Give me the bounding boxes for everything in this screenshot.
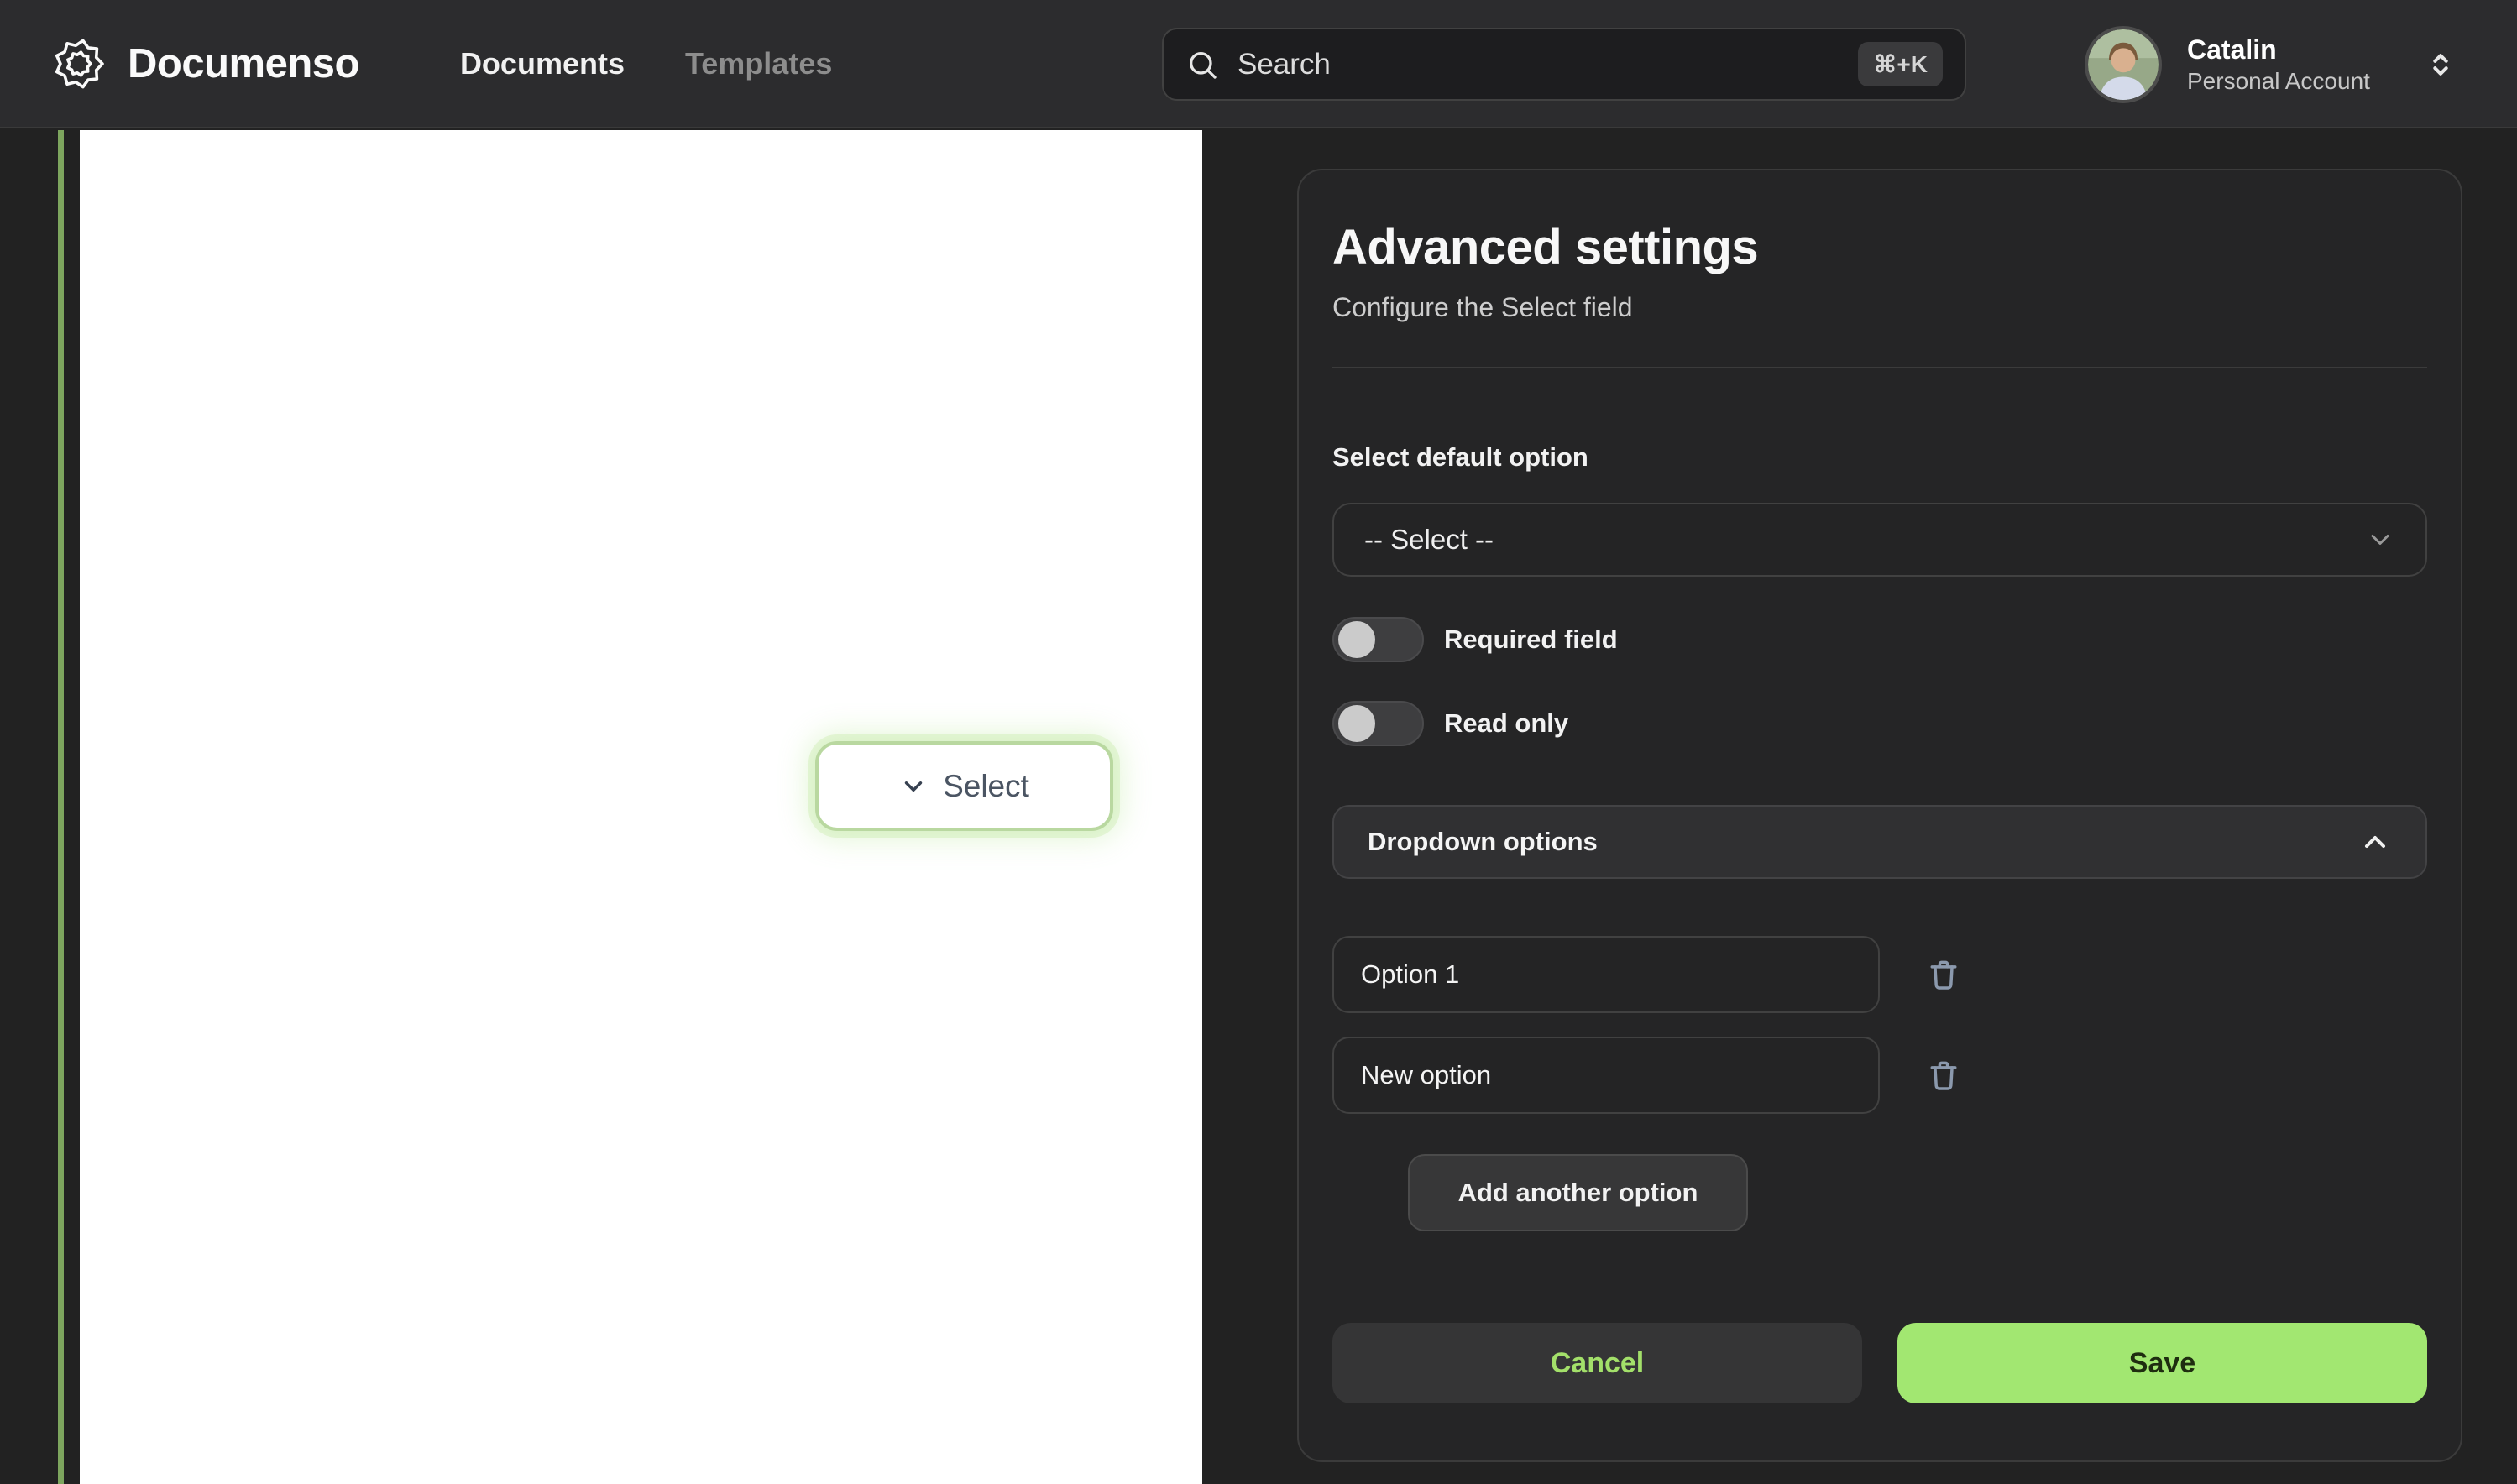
read-only-row: Read only [1332, 701, 2427, 746]
document-progress-rail [58, 130, 64, 1484]
chevron-down-icon [2365, 525, 2395, 555]
required-field-label: Required field [1444, 624, 1618, 654]
option-input-2[interactable] [1332, 1037, 1880, 1114]
required-field-row: Required field [1332, 617, 2427, 662]
option-row [1332, 1037, 2427, 1114]
document-select-field[interactable]: Select [815, 741, 1113, 831]
default-option-select[interactable]: -- Select -- [1332, 503, 2427, 577]
search-bar[interactable]: ⌘+K [1162, 28, 1966, 101]
divider [1332, 367, 2427, 368]
save-button[interactable]: Save [1897, 1323, 2427, 1403]
search-input[interactable] [1238, 47, 1859, 81]
chevron-up-down-icon [2424, 48, 2457, 81]
delete-option-1-button[interactable] [1920, 951, 1967, 998]
default-option-label: Select default option [1332, 442, 1588, 472]
nav-item-documents[interactable]: Documents [460, 46, 625, 81]
nav-item-templates[interactable]: Templates [685, 46, 832, 81]
top-navbar: Documenso Documents Templates ⌘+K [0, 0, 2517, 128]
required-field-toggle[interactable] [1332, 617, 1424, 662]
search-icon [1185, 48, 1219, 81]
search-shortcut-badge: ⌘+K [1858, 42, 1943, 86]
select-field-label: Select [943, 768, 1029, 803]
account-info: Catalin Personal Account [2187, 33, 2370, 96]
account-name: Catalin [2187, 34, 2277, 65]
logo-text: Documenso [128, 40, 359, 86]
advanced-settings-panel: Advanced settings Configure the Select f… [1297, 169, 2462, 1462]
chevron-up-icon [2358, 825, 2392, 859]
panel-title: Advanced settings [1332, 220, 1759, 274]
dropdown-options-label: Dropdown options [1368, 827, 1598, 856]
delete-option-2-button[interactable] [1920, 1052, 1967, 1099]
read-only-toggle[interactable] [1332, 701, 1424, 746]
account-type: Personal Account [2187, 68, 2370, 94]
dropdown-options-header[interactable]: Dropdown options [1332, 805, 2427, 879]
toggle-knob [1338, 621, 1375, 658]
documenso-seal-icon [52, 37, 106, 91]
default-option-value: -- Select -- [1364, 524, 1494, 555]
panel-subtitle: Configure the Select field [1332, 292, 1633, 322]
panel-footer: Cancel Save [1332, 1323, 2427, 1403]
logo[interactable]: Documenso [52, 37, 359, 91]
main-nav: Documents Templates [460, 46, 832, 81]
option-row [1332, 936, 2427, 1013]
add-another-option-button[interactable]: Add another option [1408, 1154, 1748, 1231]
chevron-down-icon [899, 772, 928, 801]
option-input-1[interactable] [1332, 936, 1880, 1013]
toggle-knob [1338, 705, 1375, 742]
avatar [2085, 25, 2162, 103]
cancel-button[interactable]: Cancel [1332, 1323, 1862, 1403]
account-menu[interactable]: Catalin Personal Account [2085, 0, 2457, 128]
read-only-label: Read only [1444, 708, 1569, 738]
app-screen: Documenso Documents Templates ⌘+K [0, 0, 2517, 1484]
